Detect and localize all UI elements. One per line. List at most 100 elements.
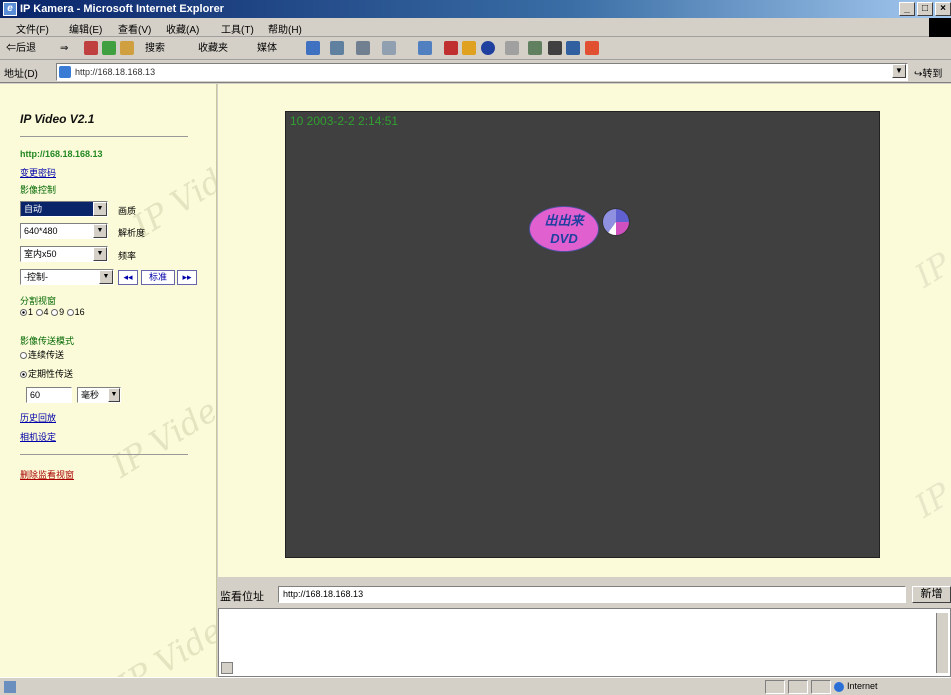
shield-icon[interactable] [444,41,458,55]
resolution-label: 解析度 [118,228,146,238]
watermark-text: IP Video [110,600,217,677]
ptz-control-select[interactable]: -控制- ▼ [20,269,114,285]
delete-view-link[interactable]: 删除监看视窗 [20,468,74,481]
menu-tools[interactable]: 工具(T) [221,21,254,36]
transfer-option-continuous: 连续传送 [20,348,64,361]
chevron-down-icon: ▼ [93,224,107,238]
watermark-text: IP Video [908,420,951,526]
history-icon[interactable] [306,41,320,55]
minimize-button[interactable]: _ [899,2,915,16]
menu-view[interactable]: 查看(V) [118,21,151,36]
app-title: IP Video V2.1 [20,112,95,126]
menu-favorites[interactable]: 收藏(A) [166,21,199,36]
chevron-down-icon: ▼ [93,202,107,216]
disc-icon [602,208,630,236]
standard-toolbar: ⇐后退 ⇒ 搜索 收藏夹 媒体 [0,38,951,60]
back-button[interactable]: ⇐后退 [6,41,36,57]
media-button[interactable]: 媒体 [257,41,277,57]
menu-file[interactable]: 文件(F) [16,21,49,36]
transfer-option-label: 定期性传送 [28,369,74,379]
next-button[interactable]: ▸▸ [177,270,197,285]
globe-icon[interactable] [481,41,495,55]
split-radio-9[interactable] [51,309,59,317]
mail-icon[interactable] [330,41,344,55]
interval-unit-select[interactable]: 毫秒 ▼ [77,387,121,403]
transfer-radio-periodic[interactable] [20,371,27,379]
transfer-option-periodic: 定期性传送 [20,367,73,380]
close-button[interactable]: × [935,2,951,16]
ie-logo-icon: e [3,2,17,16]
status-bar: Internet [0,677,951,695]
interval-input[interactable]: 60 [26,387,72,403]
user-icon[interactable] [548,41,562,55]
change-password-link[interactable]: 变更密码 [20,166,56,179]
flag-icon[interactable] [585,41,599,55]
split-view-options: 1 4 9 16 [20,307,85,317]
window-controls: _ □ × [899,2,951,16]
frequency-select[interactable]: 室内x50 ▼ [20,246,108,262]
address-dropdown-icon[interactable]: ▼ [892,64,906,78]
image-icon[interactable] [528,41,542,55]
scroll-left-button[interactable] [221,662,233,674]
refresh-icon[interactable] [102,41,116,55]
tool-icon[interactable] [505,41,519,55]
split-option-label: 16 [74,307,85,317]
vertical-scrollbar[interactable] [936,613,948,673]
host-url: http://168.18.168.13 [20,149,103,159]
logo-text-bottom: DVD [550,231,578,246]
quality-label: 画质 [118,206,137,216]
prev-button[interactable]: ◂◂ [118,270,138,285]
split-option-label: 9 [59,307,65,317]
add-button[interactable]: 新增 [912,586,951,603]
camera-settings-link[interactable]: 相机设定 [20,430,56,443]
history-playback-link[interactable]: 历史回放 [20,411,56,424]
resolution-value: 640*480 [24,226,58,236]
menu-edit[interactable]: 编辑(E) [69,21,102,36]
maximize-button[interactable]: □ [917,2,933,16]
image-control-heading: 影像控制 [20,185,57,195]
home-icon[interactable] [120,41,134,55]
security-zone: Internet [834,681,878,692]
log-textarea[interactable] [218,608,951,677]
resolution-select[interactable]: 640*480 ▼ [20,223,108,239]
split-view-heading: 分割视窗 [20,296,57,306]
address-url: http://168.18.168.13 [75,67,156,77]
split-option-label: 1 [28,307,34,317]
forward-button[interactable]: ⇒ [60,41,68,57]
transfer-radio-continuous[interactable] [20,352,27,360]
quality-select[interactable]: 自动 ▼ [20,201,108,217]
address-label: 地址(D) [4,69,38,80]
favorites-button[interactable]: 收藏夹 [198,41,228,57]
discuss-icon[interactable] [418,41,432,55]
watermark-text: IP Video [105,380,217,486]
menu-help[interactable]: 帮助(H) [268,21,302,36]
split-option-label: 4 [43,307,49,317]
split-radio-1[interactable] [20,309,27,317]
stop-icon[interactable] [84,41,98,55]
address-bar: 地址(D) http://168.18.168.13 ▼ ↪转到 [0,61,951,83]
globe-icon [834,681,844,692]
search-button[interactable]: 搜索 [145,41,165,57]
watermark-text: IP Video [908,190,951,296]
address-input[interactable]: http://168.18.168.13 [56,63,908,81]
chevron-down-icon: ▼ [93,247,107,261]
page-status-icon [4,681,16,693]
go-button[interactable]: ↪转到 [914,65,942,80]
interval-unit-value: 毫秒 [81,390,100,400]
edit-icon[interactable] [382,41,396,55]
chevron-down-icon: ▼ [99,270,113,284]
window-icon[interactable] [566,41,580,55]
standard-button[interactable]: 标准 [141,270,175,285]
status-cell [811,680,831,694]
monitor-address-input[interactable]: http://168.18.168.13 [278,586,906,603]
video-timestamp: 10 2003-2-2 2:14:51 [290,114,399,128]
window-titlebar: e IP Kamera - Microsoft Internet Explore… [0,0,951,18]
windows-logo-icon [929,18,951,37]
split-radio-16[interactable] [66,309,74,317]
divider [20,454,188,455]
camera-video-feed[interactable]: 10 2003-2-2 2:14:51 出出来 DVD [285,111,880,558]
print-icon[interactable] [356,41,370,55]
split-radio-4[interactable] [35,309,43,317]
chevron-down-icon: ▼ [108,388,120,402]
messenger-icon[interactable] [462,41,476,55]
